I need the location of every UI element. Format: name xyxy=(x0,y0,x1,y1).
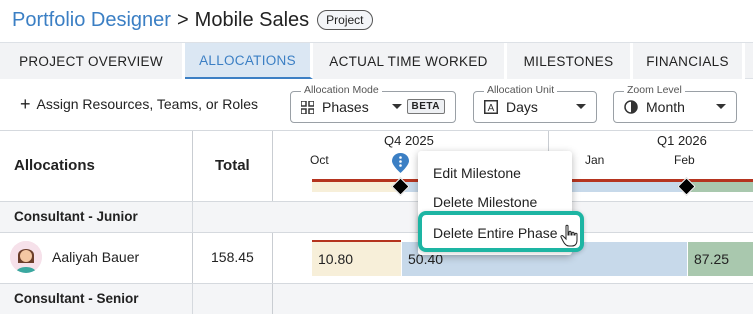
allocation-unit-legend: Allocation Unit xyxy=(484,84,558,96)
grid-divider xyxy=(0,130,753,131)
zoom-circle-icon xyxy=(624,100,638,114)
quarter-label: Q4 2025 xyxy=(384,133,434,148)
zoom-level-legend: Zoom Level xyxy=(624,84,685,96)
column-header-allocations: Allocations xyxy=(14,157,95,174)
chevron-down-icon xyxy=(392,104,402,109)
plus-icon: + xyxy=(20,94,31,114)
month-label: Jan xyxy=(585,153,605,167)
grid-divider xyxy=(272,284,273,314)
grid-divider xyxy=(0,201,753,202)
svg-text:A: A xyxy=(488,103,495,114)
allocation-mode-select[interactable]: Allocation Mode Phases BETA xyxy=(290,84,456,123)
letter-a-icon: A xyxy=(484,100,498,114)
menu-item-label: Delete Entire Phase xyxy=(433,225,558,241)
allocation-cell[interactable]: 87.25 xyxy=(688,242,753,276)
zoom-level-value: Month xyxy=(646,99,685,115)
allocation-mode-legend: Allocation Mode xyxy=(301,84,382,96)
chevron-down-icon xyxy=(716,104,726,109)
menu-item-edit-milestone[interactable]: Edit Milestone xyxy=(433,165,521,181)
page-title: Mobile Sales xyxy=(194,8,310,31)
grid-divider xyxy=(0,232,753,233)
hand-cursor-icon xyxy=(560,224,578,247)
quarter-label: Q1 2026 xyxy=(657,133,707,148)
tab-project-overview[interactable]: PROJECT OVERVIEW xyxy=(0,43,185,79)
allocation-cell[interactable]: 10.80 xyxy=(312,242,401,276)
project-badge: Project xyxy=(317,10,373,30)
group-label: Consultant - Junior xyxy=(14,209,138,224)
tab-actual-time-worked[interactable]: ACTUAL TIME WORKED xyxy=(313,43,507,79)
column-header-total: Total xyxy=(215,157,250,174)
resource-total: 158.45 xyxy=(211,249,254,265)
resource-name[interactable]: Aaliyah Bauer xyxy=(52,249,139,265)
assign-resources-button[interactable]: + Assign Resources, Teams, or Roles xyxy=(20,94,259,114)
beta-badge: BETA xyxy=(406,99,445,114)
menu-item-delete-milestone[interactable]: Delete Milestone xyxy=(433,194,537,210)
grid-divider xyxy=(192,284,193,314)
month-label: Feb xyxy=(674,153,695,167)
month-label: Oct xyxy=(310,153,329,167)
grid-icon xyxy=(301,100,314,114)
allocation-unit-value: Days xyxy=(506,99,538,115)
zoom-level-select[interactable]: Zoom Level Month xyxy=(613,84,737,123)
allocation-unit-select[interactable]: Allocation Unit A Days xyxy=(473,84,597,123)
avatar xyxy=(10,241,42,273)
phase-bar-green[interactable] xyxy=(687,181,753,192)
allocation-mode-value: Phases xyxy=(322,99,369,115)
tab-milestones[interactable]: MILESTONES xyxy=(507,43,633,79)
group-label: Consultant - Senior xyxy=(14,291,139,306)
breadcrumb-link-portfolio-designer[interactable]: Portfolio Designer xyxy=(12,9,171,32)
grid-divider xyxy=(192,201,193,232)
tab-bar: PROJECT OVERVIEW ALLOCATIONS ACTUAL TIME… xyxy=(0,42,753,79)
phase-line xyxy=(572,179,753,182)
breadcrumb-separator: > xyxy=(176,8,189,31)
phase-line xyxy=(312,179,401,182)
chevron-down-icon xyxy=(576,104,586,109)
breadcrumb: Portfolio Designer > Mobile Sales Projec… xyxy=(12,6,373,34)
milestone-info-icon[interactable] xyxy=(391,152,410,174)
assign-resources-label: Assign Resources, Teams, or Roles xyxy=(36,96,259,112)
tab-allocations[interactable]: ALLOCATIONS xyxy=(185,43,313,79)
tab-financials[interactable]: FINANCIALS xyxy=(633,43,745,79)
phase-bar-beige[interactable] xyxy=(312,181,401,192)
